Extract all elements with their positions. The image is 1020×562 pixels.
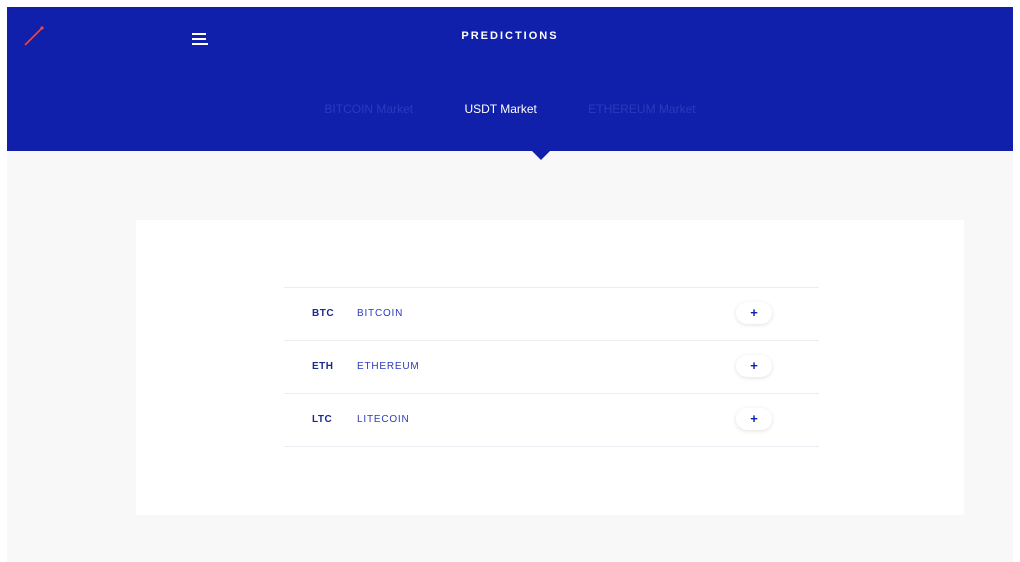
tab-usdt-market[interactable]: USDT Market <box>464 102 536 116</box>
add-eth-button[interactable]: + <box>736 355 772 377</box>
tab-ethereum-market[interactable]: ETHEREUM Market <box>588 102 695 116</box>
market-name: ETHEREUM <box>357 361 420 372</box>
market-tabs: BITCOIN Market USDT Market ETHEREUM Mark… <box>7 102 1013 116</box>
markets-card: BTC BITCOIN + ETH ETHEREUM + LTC LITECOI… <box>136 220 964 515</box>
add-btc-button[interactable]: + <box>736 302 772 324</box>
market-row-btc: BTC BITCOIN + <box>284 288 819 341</box>
market-name: BITCOIN <box>357 308 404 319</box>
app-frame: PREDICTIONS BITCOIN Market USDT Market E… <box>7 7 1013 562</box>
active-tab-pointer <box>532 151 550 160</box>
tab-bitcoin-market[interactable]: BITCOIN Market <box>324 102 413 116</box>
market-name: LITECOIN <box>357 414 410 425</box>
market-symbol: ETH <box>312 361 334 372</box>
top-header: PREDICTIONS BITCOIN Market USDT Market E… <box>7 7 1013 151</box>
page-title: PREDICTIONS <box>461 30 559 42</box>
market-list: BTC BITCOIN + ETH ETHEREUM + LTC LITECOI… <box>284 287 819 447</box>
market-row-eth: ETH ETHEREUM + <box>284 341 819 394</box>
add-ltc-button[interactable]: + <box>736 408 772 430</box>
market-symbol: LTC <box>312 414 333 425</box>
market-row-ltc: LTC LITECOIN + <box>284 394 819 447</box>
market-symbol: BTC <box>312 308 335 319</box>
